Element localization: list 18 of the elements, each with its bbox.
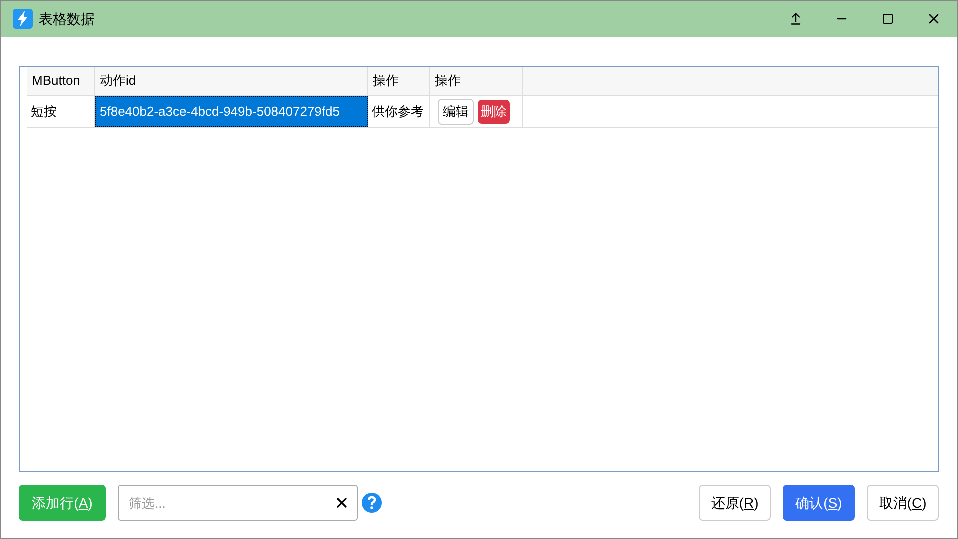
table-cell[interactable]: 供你参考 <box>368 96 430 127</box>
edit-button[interactable]: 编辑 <box>438 98 474 124</box>
pin-icon <box>789 12 803 26</box>
column-header[interactable]: 动作id <box>95 67 368 95</box>
maximize-icon <box>882 13 894 25</box>
dialog-button[interactable]: 取消(C) <box>867 485 939 521</box>
table-cell[interactable]: 5f8e40b2-a3ce-4bcd-949b-508407279fd5 <box>95 96 368 127</box>
column-header[interactable]: 操作 <box>368 67 430 95</box>
help-icon[interactable] <box>362 493 382 513</box>
column-header[interactable]: 操作 <box>430 67 523 95</box>
clear-icon[interactable] <box>334 495 350 511</box>
confirm-button[interactable]: 确认(S) <box>783 485 855 521</box>
window-title: 表格数据 <box>39 10 95 28</box>
filter-field[interactable]: 筛选... <box>118 485 358 521</box>
dialog-button[interactable]: 还原(R) <box>699 485 771 521</box>
column-header[interactable]: MButton <box>27 67 95 95</box>
delete-button[interactable]: 删除 <box>478 100 510 124</box>
lightning-icon <box>13 9 33 29</box>
